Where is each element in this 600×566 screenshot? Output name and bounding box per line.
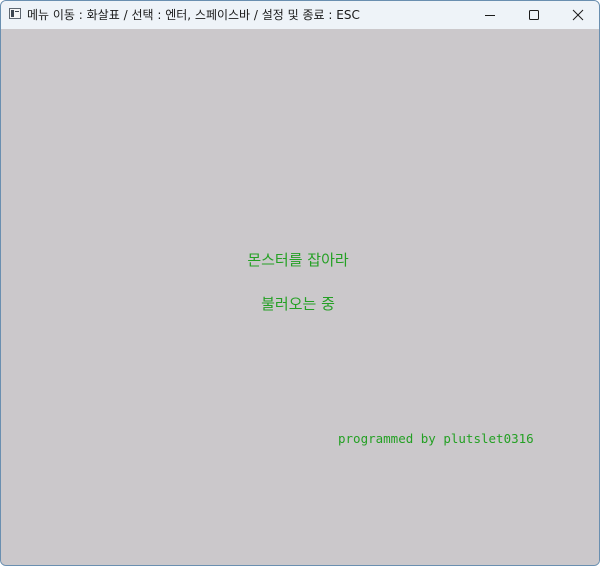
game-title: 몬스터를 잡아라 (247, 251, 349, 269)
maximize-icon (529, 10, 539, 20)
minimize-icon (485, 15, 495, 16)
app-icon[interactable] (9, 8, 21, 19)
loading-text: 불러오는 중 (261, 295, 335, 313)
maximize-button[interactable] (512, 1, 556, 29)
app-window: 메뉴 이동 : 화살표 / 선택 : 엔터, 스페이스바 / 설정 및 종료 :… (0, 0, 600, 566)
game-screen[interactable]: 몬스터를 잡아라 불러오는 중 programmed by plutslet03… (1, 29, 599, 565)
minimize-button[interactable] (468, 1, 512, 29)
window-title: 메뉴 이동 : 화살표 / 선택 : 엔터, 스페이스바 / 설정 및 종료 :… (27, 8, 360, 22)
credit-text: programmed by plutslet0316 (338, 431, 534, 446)
close-icon (572, 9, 584, 21)
close-button[interactable] (556, 1, 599, 29)
title-bar[interactable]: 메뉴 이동 : 화살표 / 선택 : 엔터, 스페이스바 / 설정 및 종료 :… (1, 1, 599, 29)
